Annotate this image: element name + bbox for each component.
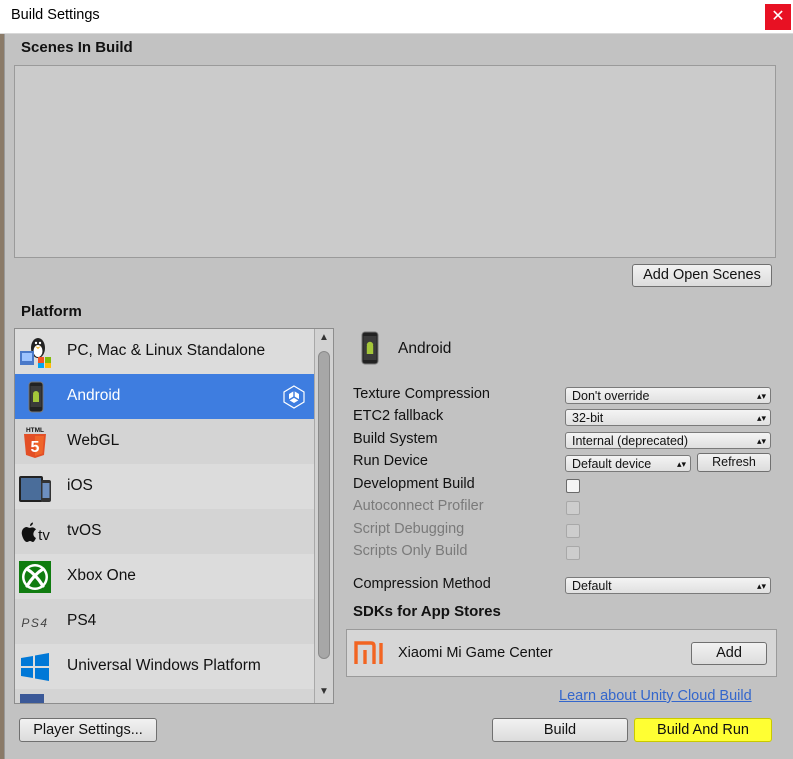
platform-item-uwp[interactable]: Universal Windows Platform bbox=[15, 644, 315, 689]
build-system-dropdown[interactable]: Internal (deprecated) ▴▾ bbox=[565, 432, 771, 449]
platform-item-ps4[interactable]: PS4 PS4 bbox=[15, 599, 315, 644]
autoconnect-profiler-label: Autoconnect Profiler bbox=[353, 498, 484, 514]
refresh-button[interactable]: Refresh bbox=[697, 453, 771, 472]
xiaomi-mi-icon bbox=[354, 640, 386, 666]
learn-cloud-build-link[interactable]: Learn about Unity Cloud Build bbox=[559, 688, 752, 704]
platform-label: iOS bbox=[67, 477, 93, 494]
platform-header: Platform bbox=[21, 303, 82, 320]
pc-mac-linux-icon bbox=[18, 335, 52, 369]
xbox-icon bbox=[18, 560, 52, 594]
platform-item-tvos[interactable]: tv tvOS bbox=[15, 509, 315, 554]
dropdown-arrows-icon: ▴▾ bbox=[676, 459, 686, 469]
svg-text:tv: tv bbox=[38, 527, 50, 544]
scrollbar-thumb[interactable] bbox=[318, 351, 330, 659]
scroll-up-icon[interactable]: ▲ bbox=[319, 332, 329, 343]
build-system-label: Build System bbox=[353, 431, 438, 447]
window-titlebar: Build Settings ✕ bbox=[0, 0, 793, 34]
build-button[interactable]: Build bbox=[492, 718, 628, 742]
platform-item-ios[interactable]: iOS bbox=[15, 464, 315, 509]
windows-icon bbox=[18, 650, 52, 684]
svg-text:PS4: PS4 bbox=[21, 616, 48, 630]
dropdown-arrows-icon: ▴▾ bbox=[756, 413, 766, 423]
svg-text:HTML: HTML bbox=[26, 427, 44, 434]
sdk-name: Xiaomi Mi Game Center bbox=[398, 645, 553, 661]
platform-item-partial[interactable] bbox=[15, 689, 315, 703]
window-title: Build Settings bbox=[11, 7, 100, 23]
platform-label: Xbox One bbox=[67, 567, 136, 584]
scenes-in-build-header: Scenes In Build bbox=[21, 39, 133, 56]
scripts-only-build-checkbox bbox=[566, 546, 580, 560]
autoconnect-profiler-checkbox bbox=[566, 501, 580, 515]
dropdown-arrows-icon: ▴▾ bbox=[756, 436, 766, 446]
run-device-dropdown[interactable]: Default device ▴▾ bbox=[565, 455, 691, 472]
partial-platform-icon bbox=[20, 694, 44, 703]
platform-label: tvOS bbox=[67, 522, 102, 539]
platform-label: Universal Windows Platform bbox=[67, 657, 261, 674]
android-icon bbox=[18, 380, 52, 414]
platform-item-pc-mac-linux[interactable]: PC, Mac & Linux Standalone bbox=[15, 329, 315, 374]
player-settings-button[interactable]: Player Settings... bbox=[19, 718, 157, 742]
dropdown-arrows-icon: ▴▾ bbox=[756, 581, 766, 591]
add-sdk-button[interactable]: Add bbox=[691, 642, 767, 665]
platform-item-xbox-one[interactable]: Xbox One bbox=[15, 554, 315, 599]
html5-icon: HTML 5 bbox=[18, 425, 52, 459]
platform-scrollbar[interactable]: ▲ ▼ bbox=[314, 329, 333, 703]
sdk-list: Xiaomi Mi Game Center Add bbox=[346, 629, 777, 677]
platform-list[interactable]: PC, Mac & Linux Standalone Android HTML bbox=[14, 328, 334, 704]
script-debugging-checkbox bbox=[566, 524, 580, 538]
dropdown-arrows-icon: ▴▾ bbox=[756, 391, 766, 401]
close-button[interactable]: ✕ bbox=[765, 4, 791, 30]
development-build-checkbox[interactable] bbox=[566, 479, 580, 493]
platform-item-android[interactable]: Android bbox=[15, 374, 315, 419]
platform-label: PC, Mac & Linux Standalone bbox=[67, 342, 266, 359]
compression-method-label: Compression Method bbox=[353, 576, 491, 592]
selected-platform-name: Android bbox=[398, 340, 452, 357]
compression-method-dropdown[interactable]: Default ▴▾ bbox=[565, 577, 771, 594]
add-open-scenes-button[interactable]: Add Open Scenes bbox=[632, 264, 772, 287]
unity-active-platform-icon bbox=[282, 385, 306, 409]
etc2-fallback-dropdown[interactable]: 32-bit ▴▾ bbox=[565, 409, 771, 426]
close-icon: ✕ bbox=[771, 8, 785, 25]
scroll-down-icon[interactable]: ▼ bbox=[319, 686, 329, 697]
development-build-label: Development Build bbox=[353, 476, 475, 492]
run-device-label: Run Device bbox=[353, 453, 428, 469]
platform-item-webgl[interactable]: HTML 5 WebGL bbox=[15, 419, 315, 464]
selected-platform-android-icon bbox=[358, 330, 382, 366]
sdks-header: SDKs for App Stores bbox=[353, 603, 501, 620]
scenes-list[interactable] bbox=[14, 65, 776, 258]
platform-label: PS4 bbox=[67, 612, 97, 629]
svg-text:5: 5 bbox=[31, 439, 40, 456]
etc2-fallback-label: ETC2 fallback bbox=[353, 408, 444, 424]
ps4-icon: PS4 bbox=[18, 605, 52, 639]
platform-label: WebGL bbox=[67, 432, 120, 449]
ios-devices-icon bbox=[18, 470, 52, 504]
build-and-run-button[interactable]: Build And Run bbox=[634, 718, 772, 742]
platform-label: Android bbox=[67, 387, 121, 404]
scripts-only-build-label: Scripts Only Build bbox=[353, 543, 468, 559]
script-debugging-label: Script Debugging bbox=[353, 521, 465, 537]
apple-tv-icon: tv bbox=[18, 515, 52, 549]
texture-compression-label: Texture Compression bbox=[353, 386, 490, 402]
texture-compression-dropdown[interactable]: Don't override ▴▾ bbox=[565, 387, 771, 404]
